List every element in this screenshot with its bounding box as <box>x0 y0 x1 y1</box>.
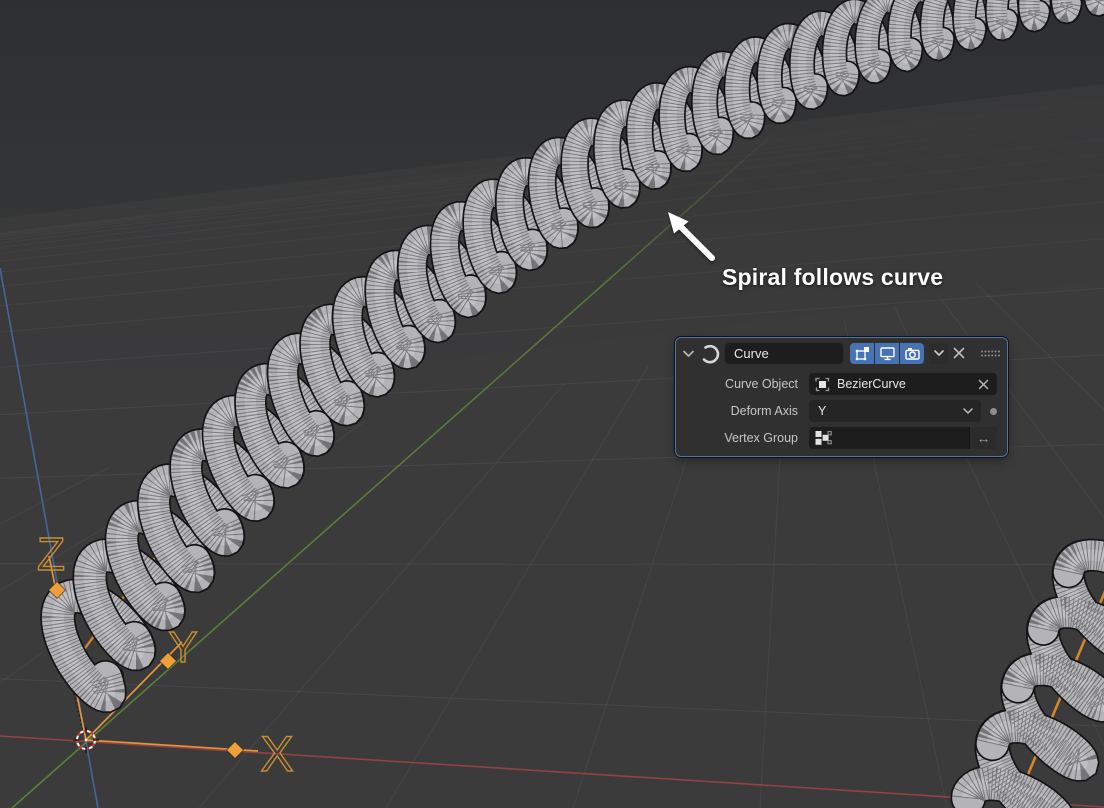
x-axis-line <box>0 736 1104 807</box>
modifier-name-field[interactable]: Curve <box>725 343 843 364</box>
curve-object-field[interactable]: BezierCurve <box>809 373 997 395</box>
vertex-group-icon <box>815 430 832 446</box>
curve-modifier-panel: Curve <box>675 337 1008 457</box>
axis-label-x: X <box>260 726 293 782</box>
realtime-display-toggle[interactable] <box>875 343 899 364</box>
swap-icon: ↔ <box>977 430 991 446</box>
deform-axis-value: Y <box>809 404 963 418</box>
invert-vertex-group-button[interactable]: ↔ <box>969 427 997 449</box>
vertex-group-row: Vertex Group ↔ <box>676 427 997 449</box>
render-toggle[interactable] <box>900 343 924 364</box>
deform-axis-row: Deform Axis Y <box>676 400 997 422</box>
chevron-down-icon <box>963 408 973 414</box>
object-data-icon <box>815 377 830 392</box>
axis-label-z: Z <box>37 528 65 580</box>
axis-label-y: Y <box>168 623 197 672</box>
drag-grip-icon[interactable] <box>980 349 1000 358</box>
modifier-header: Curve <box>676 338 1007 368</box>
deform-axis-dropdown[interactable]: Y <box>809 400 981 422</box>
clear-object-icon[interactable] <box>978 379 989 390</box>
curve-object-row: Curve Object BezierCurve <box>676 373 997 395</box>
delete-modifier-icon[interactable] <box>953 347 965 359</box>
deform-axis-label: Deform Axis <box>676 404 809 418</box>
spiral-mesh-far-segment[interactable] <box>968 555 1104 808</box>
vertex-group-label: Vertex Group <box>676 431 809 445</box>
curve-object-label: Curve Object <box>676 377 809 391</box>
annotation-text: Spiral follows curve <box>722 264 982 291</box>
display-toggle-group <box>850 343 924 364</box>
animate-decorator-dot[interactable] <box>990 408 997 415</box>
edit-mode-toggle[interactable] <box>850 343 874 364</box>
collapse-chevron-icon[interactable] <box>683 350 694 357</box>
curve-modifier-icon <box>699 343 720 364</box>
extras-dropdown-button[interactable] <box>929 343 948 364</box>
curve-object-value: BezierCurve <box>837 377 978 391</box>
vertex-group-field[interactable]: ↔ <box>809 427 997 449</box>
